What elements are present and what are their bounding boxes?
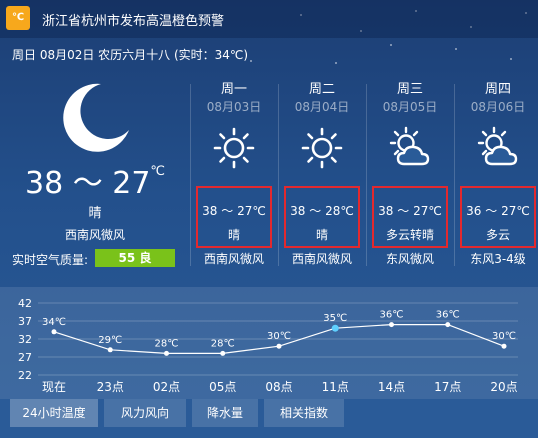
data-label: 28℃ — [211, 338, 235, 349]
data-point — [164, 350, 169, 356]
day-temp: 38 ～ 27℃ — [378, 204, 442, 218]
temperature-chart: 42 37 32 27 22 34℃ 现在 29℃ 23点 28℃ 02点 28℃ 05点 30℃ 08点 3… — [18, 297, 518, 394]
forecast-day-3[interactable]: 周三 08月05日 38 ～ 27℃ 多云转晴 东风微风 — [366, 78, 454, 268]
day-condition: 多云 — [485, 228, 510, 242]
day-temp: 38 ～ 28℃ — [290, 204, 354, 218]
today-wind: 西南风微风 — [64, 228, 125, 242]
x-tick-label: 17点 — [434, 380, 461, 394]
data-point — [107, 347, 113, 353]
data-label: 29℃ — [98, 335, 122, 346]
data-point — [220, 350, 226, 356]
data-point — [501, 343, 507, 349]
data-point — [276, 343, 282, 349]
y-tick-label: 32 — [18, 333, 32, 346]
day-wind: 东风微风 — [385, 252, 434, 266]
tab-wind[interactable]: 风力风向 — [104, 399, 186, 427]
data-point — [445, 322, 451, 328]
data-point — [51, 329, 57, 335]
x-tick-label: 14点 — [378, 380, 405, 394]
y-tick-label: 27 — [18, 351, 32, 364]
sun-icon — [213, 127, 255, 169]
y-tick-label: 42 — [18, 297, 32, 310]
day-date: 08月06日 — [470, 100, 526, 114]
today-temp-unit: ℃ — [150, 164, 166, 179]
x-tick-label: 20点 — [490, 380, 517, 394]
x-tick-label: 11点 — [322, 380, 349, 394]
data-point — [331, 324, 339, 332]
data-label: 30℃ — [492, 331, 516, 342]
day-wind: 西南风微风 — [291, 252, 352, 266]
day-condition: 多云转晴 — [385, 228, 434, 242]
forecast-highlight-box: 38 ～ 28℃ 晴 — [284, 186, 360, 248]
forecast-highlight-box: 38 ～ 27℃ 晴 — [196, 186, 272, 248]
day-date: 08月04日 — [294, 100, 350, 114]
forecast-day-1[interactable]: 周一 08月03日 38 ～ 27℃ 晴 西南风微风 — [190, 78, 278, 268]
y-tick-label: 37 — [18, 315, 32, 328]
forecast-day-4[interactable]: 周四 08月06日 36 ～ 27℃ 多云 东风3-4级 — [454, 78, 538, 268]
day-condition: 晴 — [227, 228, 240, 242]
warning-bar[interactable]: ℃ 浙江省杭州市发布高温橙色预警 — [0, 0, 538, 38]
moon-icon — [63, 83, 129, 152]
partly-cloudy-icon — [477, 126, 518, 166]
warning-thermometer-icon: ℃ — [6, 6, 30, 30]
forecast-highlight-box: 38 ～ 27℃ 多云转晴 — [372, 186, 448, 248]
day-temp: 38 ～ 27℃ — [202, 204, 266, 218]
day-name: 周三 — [396, 82, 423, 97]
data-point — [389, 322, 394, 328]
today-temp-range: 38 ～ 27 — [24, 166, 151, 201]
day-temp: 36 ～ 27℃ — [466, 204, 530, 218]
x-tick-label: 02点 — [153, 380, 180, 394]
day-condition: 晴 — [315, 228, 328, 242]
day-wind: 东风3-4级 — [470, 252, 526, 266]
data-label: 30℃ — [267, 331, 291, 342]
partly-cloudy-icon — [389, 126, 430, 166]
data-label: 28℃ — [155, 338, 179, 349]
tab-precipitation[interactable]: 降水量 — [192, 399, 258, 427]
x-tick-label: 现在 — [42, 380, 66, 394]
data-label: 36℃ — [436, 310, 460, 321]
x-tick-label: 08点 — [265, 380, 292, 394]
day-name: 周四 — [484, 82, 511, 97]
tab-24h-temperature[interactable]: 24小时温度 — [10, 399, 98, 427]
tab-indices[interactable]: 相关指数 — [264, 399, 344, 427]
air-quality-badge[interactable]: 55 良 — [95, 249, 175, 267]
day-wind: 西南风微风 — [203, 252, 264, 266]
today-condition: 晴 — [88, 206, 102, 221]
weather-widget: ℃ 浙江省杭州市发布高温橙色预警 周日 08月02日 农历六月十八 (实时：34… — [0, 0, 538, 438]
forecast-day-2[interactable]: 周二 08月04日 38 ～ 28℃ 晴 西南风微风 — [278, 78, 366, 268]
forecast-highlight-box: 36 ～ 27℃ 多云 — [460, 186, 536, 248]
air-quality-label: 实时空气质量: — [12, 253, 89, 267]
data-label: 34℃ — [42, 317, 66, 328]
sun-icon — [301, 127, 343, 169]
warning-text[interactable]: 浙江省杭州市发布高温橙色预警 — [42, 10, 224, 29]
y-tick-label: 22 — [18, 369, 32, 382]
day-name: 周一 — [220, 82, 247, 97]
today-temp: 38 ～ 27℃ — [0, 158, 190, 202]
data-label: 36℃ — [380, 310, 404, 321]
day-name: 周二 — [308, 82, 335, 97]
day-date: 08月03日 — [206, 100, 262, 114]
data-label: 35℃ — [323, 313, 347, 324]
date-line: 周日 08月02日 农历六月十八 (实时：34℃) — [12, 48, 249, 62]
x-tick-label: 23点 — [97, 380, 124, 394]
x-tick-label: 05点 — [209, 380, 236, 394]
chart-tabs: 24小时温度 风力风向 降水量 相关指数 — [0, 399, 538, 438]
day-date: 08月05日 — [382, 100, 438, 114]
